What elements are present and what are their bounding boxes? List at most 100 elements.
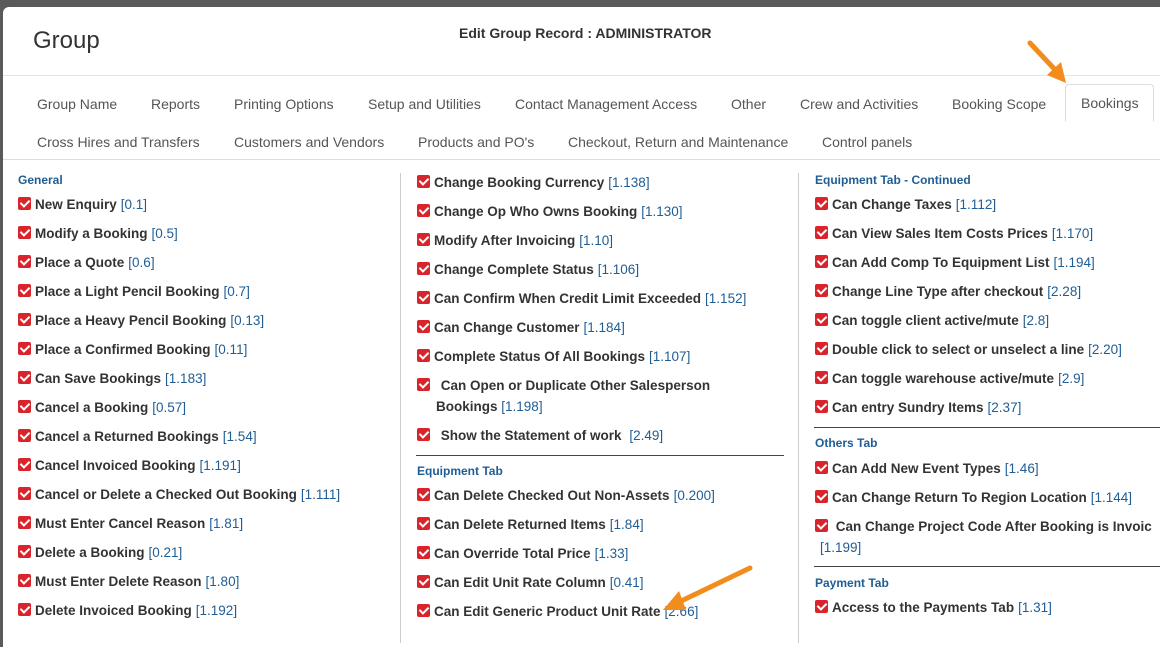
permission-item[interactable]: Can entry Sundry Items [2.37] <box>815 397 1021 418</box>
permission-item[interactable]: Change Booking Currency [1.138] <box>417 172 650 193</box>
checkbox-checked[interactable] <box>18 255 31 268</box>
tab-setup-and-utilities[interactable]: Setup and Utilities <box>368 96 481 112</box>
permission-item[interactable]: Must Enter Cancel Reason [1.81] <box>18 513 243 534</box>
tab-printing-options[interactable]: Printing Options <box>234 96 334 112</box>
permission-item[interactable]: Change Op Who Owns Booking [1.130] <box>417 201 683 222</box>
checkbox-checked[interactable] <box>18 545 31 558</box>
permission-item[interactable]: Can Save Bookings [1.183] <box>18 368 206 389</box>
checkbox-checked[interactable] <box>815 519 828 532</box>
checkbox-checked[interactable] <box>18 429 31 442</box>
permission-item[interactable]: Cancel Invoiced Booking [1.191] <box>18 455 241 476</box>
checkbox-checked[interactable] <box>18 574 31 587</box>
permission-item[interactable]: Can Change Customer [1.184] <box>417 317 625 338</box>
permission-item[interactable]: Can Change Taxes [1.112] <box>815 194 996 215</box>
tab-group-name[interactable]: Group Name <box>37 96 117 112</box>
checkbox-checked[interactable] <box>815 197 828 210</box>
permission-item[interactable]: Change Line Type after checkout [2.28] <box>815 281 1081 302</box>
tab-other[interactable]: Other <box>731 96 766 112</box>
checkbox-checked[interactable] <box>417 233 430 246</box>
checkbox-checked[interactable] <box>417 204 430 217</box>
permission-item[interactable]: Cancel a Returned Bookings [1.54] <box>18 426 257 447</box>
checkbox-checked[interactable] <box>815 600 828 613</box>
permission-item[interactable]: Modify After Invoicing [1.10] <box>417 230 613 251</box>
checkbox-checked[interactable] <box>18 487 31 500</box>
permission-item[interactable]: Complete Status Of All Bookings [1.107] <box>417 346 690 367</box>
checkbox-checked[interactable] <box>18 226 31 239</box>
checkbox-checked[interactable] <box>417 320 430 333</box>
permission-item[interactable]: Can Change Project Code After Booking is… <box>815 516 1152 537</box>
checkbox-checked[interactable] <box>417 517 430 530</box>
permission-item[interactable]: Can Edit Unit Rate Column [0.41] <box>417 572 644 593</box>
checkbox-checked[interactable] <box>18 458 31 471</box>
checkbox-checked[interactable] <box>417 604 430 617</box>
permission-item[interactable]: Can Confirm When Credit Limit Exceeded [1… <box>417 288 746 309</box>
permission-label: Bookings <box>436 399 498 414</box>
checkbox-checked[interactable] <box>815 284 828 297</box>
checkbox-checked[interactable] <box>417 546 430 559</box>
tab-contact-management-access[interactable]: Contact Management Access <box>515 96 697 112</box>
checkbox-checked[interactable] <box>417 175 430 188</box>
checkbox-checked[interactable] <box>18 197 31 210</box>
tab-control-panels[interactable]: Control panels <box>822 134 912 150</box>
permission-item[interactable]: Double click to select or unselect a lin… <box>815 339 1122 360</box>
permission-item[interactable]: Modify a Booking [0.5] <box>18 223 178 244</box>
annotation-arrow-icon <box>1027 40 1066 83</box>
checkbox-checked[interactable] <box>815 400 828 413</box>
permission-item[interactable]: Can Add Comp To Equipment List [1.194] <box>815 252 1095 273</box>
checkbox-checked[interactable] <box>417 349 430 362</box>
checkbox-checked[interactable] <box>417 378 430 391</box>
tab-checkout-return-maintenance[interactable]: Checkout, Return and Maintenance <box>568 134 788 150</box>
permission-item[interactable]: Show the Statement of work [2.49] <box>417 425 663 446</box>
checkbox-checked[interactable] <box>18 342 31 355</box>
permission-item[interactable]: Can Override Total Price [1.33] <box>417 543 628 564</box>
checkbox-checked[interactable] <box>417 262 430 275</box>
checkbox-checked[interactable] <box>417 428 430 441</box>
permission-item[interactable]: Access to the Payments Tab [1.31] <box>815 597 1052 618</box>
permission-item[interactable]: Can toggle warehouse active/mute [2.9] <box>815 368 1084 389</box>
checkbox-checked[interactable] <box>815 371 828 384</box>
permission-item[interactable]: Can View Sales Item Costs Prices [1.170] <box>815 223 1093 244</box>
checkbox-checked[interactable] <box>417 488 430 501</box>
permission-item[interactable]: Place a Light Pencil Booking [0.7] <box>18 281 250 302</box>
checkbox-checked[interactable] <box>815 342 828 355</box>
tab-reports[interactable]: Reports <box>151 96 200 112</box>
permission-item[interactable]: Must Enter Delete Reason [1.80] <box>18 571 239 592</box>
checkbox-checked[interactable] <box>815 226 828 239</box>
checkbox-checked[interactable] <box>18 603 31 616</box>
checkbox-checked[interactable] <box>815 490 828 503</box>
checkbox-checked[interactable] <box>18 516 31 529</box>
permission-item[interactable]: Cancel or Delete a Checked Out Booking [1… <box>18 484 340 505</box>
permission-item[interactable]: Can Open or Duplicate Other Salesperson <box>417 375 710 396</box>
checkbox-checked[interactable] <box>18 313 31 326</box>
tab-customers-and-vendors[interactable]: Customers and Vendors <box>234 134 384 150</box>
tab-products-and-pos[interactable]: Products and PO's <box>418 134 534 150</box>
permission-item[interactable]: New Enquiry [0.1] <box>18 194 147 215</box>
tab-cross-hires-and-transfers[interactable]: Cross Hires and Transfers <box>37 134 200 150</box>
permission-item[interactable]: Can Change Return To Region Location [1.1… <box>815 487 1132 508</box>
checkbox-checked[interactable] <box>815 461 828 474</box>
tab-crew-and-activities[interactable]: Crew and Activities <box>800 96 918 112</box>
permission-item[interactable]: Place a Confirmed Booking [0.11] <box>18 339 247 360</box>
tab-booking-scope[interactable]: Booking Scope <box>952 96 1046 112</box>
checkbox-checked[interactable] <box>815 313 828 326</box>
permission-item[interactable]: Delete a Booking [0.21] <box>18 542 182 563</box>
checkbox-checked[interactable] <box>18 284 31 297</box>
permission-item[interactable]: Can Delete Checked Out Non-Assets [0.200] <box>417 485 715 506</box>
permission-item[interactable]: Can Add New Event Types [1.46] <box>815 458 1039 479</box>
permission-item[interactable]: Cancel a Booking [0.57] <box>18 397 186 418</box>
permission-item[interactable]: Change Complete Status [1.106] <box>417 259 639 280</box>
checkbox-checked[interactable] <box>18 371 31 384</box>
checkbox-checked[interactable] <box>815 255 828 268</box>
permission-code: [0.6] <box>128 255 155 270</box>
checkbox-checked[interactable] <box>417 575 430 588</box>
permission-item[interactable]: Place a Heavy Pencil Booking [0.13] <box>18 310 264 331</box>
permission-item[interactable]: Delete Invoiced Booking [1.192] <box>18 600 237 621</box>
checkbox-checked[interactable] <box>18 400 31 413</box>
permission-code: [0.13] <box>230 313 265 328</box>
permission-item[interactable]: Place a Quote [0.6] <box>18 252 155 273</box>
permission-code: [1.33] <box>594 546 629 561</box>
permission-item[interactable]: Can Delete Returned Items [1.84] <box>417 514 644 535</box>
permission-code: [1.80] <box>205 574 240 589</box>
permission-item[interactable]: Can toggle client active/mute [2.8] <box>815 310 1049 331</box>
checkbox-checked[interactable] <box>417 291 430 304</box>
